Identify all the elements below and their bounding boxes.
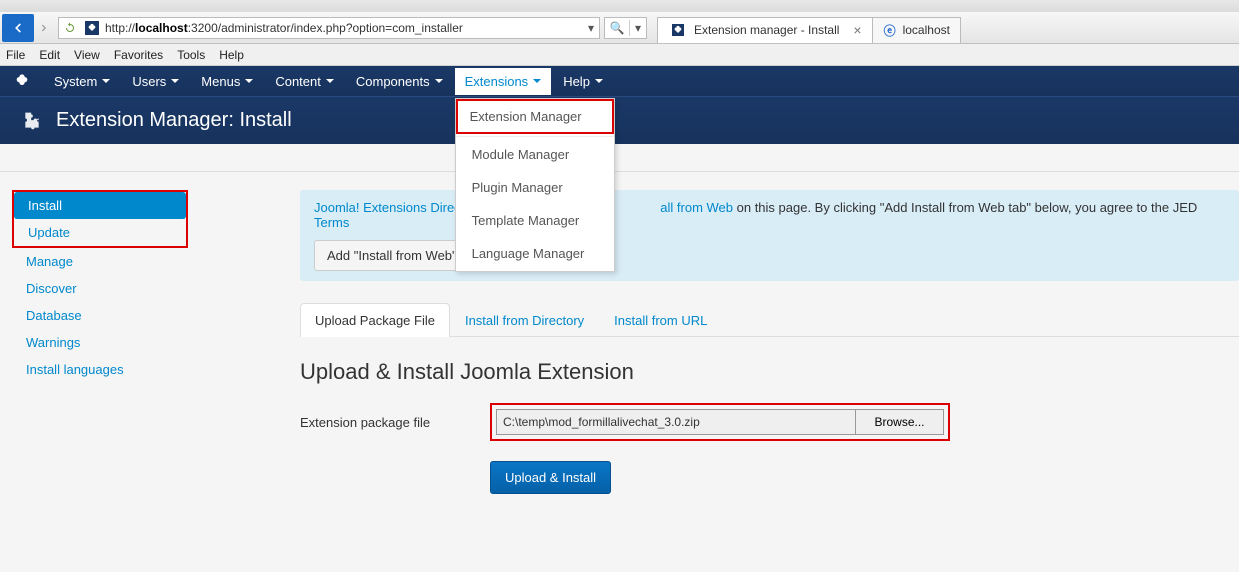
browser-nav-bar: http://localhost:3200/administrator/inde… bbox=[0, 12, 1239, 44]
menu-favorites[interactable]: Favorites bbox=[114, 48, 163, 62]
extension-file-input[interactable] bbox=[496, 409, 856, 435]
tab-install-url[interactable]: Install from URL bbox=[599, 303, 722, 337]
nav-extensions[interactable]: Extensions bbox=[455, 68, 552, 95]
puzzle-icon bbox=[20, 109, 44, 133]
browser-tab-1[interactable]: Extension manager - Install × bbox=[657, 17, 873, 43]
extension-file-label: Extension package file bbox=[300, 415, 450, 430]
tab-label: localhost bbox=[903, 23, 950, 37]
info-link-terms[interactable]: Terms bbox=[314, 215, 349, 230]
browser-menubar: File Edit View Favorites Tools Help bbox=[0, 44, 1239, 66]
tab-upload-package[interactable]: Upload Package File bbox=[300, 303, 450, 337]
sidebar-item-manage[interactable]: Manage bbox=[12, 248, 278, 275]
upload-install-button[interactable]: Upload & Install bbox=[490, 461, 611, 494]
refresh-button[interactable] bbox=[59, 17, 81, 39]
nav-components[interactable]: Components bbox=[346, 68, 453, 95]
info-text: on this page. By clicking "Add Install f… bbox=[733, 200, 1197, 215]
search-dropdown[interactable]: ▾ bbox=[630, 21, 646, 35]
sidebar-item-database[interactable]: Database bbox=[12, 302, 278, 329]
sidebar-item-discover[interactable]: Discover bbox=[12, 275, 278, 302]
nav-content[interactable]: Content bbox=[265, 68, 344, 95]
menu-file[interactable]: File bbox=[6, 48, 25, 62]
sidebar-item-warnings[interactable]: Warnings bbox=[12, 329, 278, 356]
tab-label: Extension manager - Install bbox=[694, 23, 839, 37]
sidebar: Install Update Manage Discover Database … bbox=[0, 172, 290, 512]
menu-tools[interactable]: Tools bbox=[177, 48, 205, 62]
dropdown-module-manager[interactable]: Module Manager bbox=[458, 139, 612, 170]
dropdown-template-manager[interactable]: Template Manager bbox=[458, 205, 612, 236]
browser-tab-2[interactable]: ⓔ localhost bbox=[872, 17, 961, 43]
extensions-dropdown: Extension Manager Module Manager Plugin … bbox=[455, 98, 615, 272]
close-tab-icon[interactable]: × bbox=[853, 22, 861, 38]
joomla-top-nav: System Users Menus Content Components Ex… bbox=[0, 66, 1239, 96]
sidebar-item-install-languages[interactable]: Install languages bbox=[12, 356, 278, 383]
file-input-group: Browse... bbox=[490, 403, 950, 441]
tab-install-directory[interactable]: Install from Directory bbox=[450, 303, 599, 337]
section-heading: Upload & Install Joomla Extension bbox=[300, 359, 1239, 385]
search-icon: 🔍 bbox=[605, 21, 629, 35]
menu-view[interactable]: View bbox=[74, 48, 100, 62]
info-box: Joomla! Extensions Directory (all from W… bbox=[300, 190, 1239, 281]
url-bar[interactable]: http://localhost:3200/administrator/inde… bbox=[103, 21, 583, 35]
url-dropdown[interactable]: ▾ bbox=[583, 21, 599, 35]
dropdown-extension-manager[interactable]: Extension Manager bbox=[456, 99, 614, 134]
joomla-logo-icon[interactable] bbox=[12, 71, 32, 91]
nav-help[interactable]: Help bbox=[553, 68, 613, 95]
ie-icon: ⓔ bbox=[883, 23, 897, 37]
menu-edit[interactable]: Edit bbox=[39, 48, 60, 62]
dropdown-language-manager[interactable]: Language Manager bbox=[458, 238, 612, 269]
install-tabs: Upload Package File Install from Directo… bbox=[300, 303, 1239, 337]
nav-system[interactable]: System bbox=[44, 68, 120, 95]
browse-button[interactable]: Browse... bbox=[856, 409, 944, 435]
info-link-web[interactable]: all from Web bbox=[660, 200, 733, 215]
nav-menus[interactable]: Menus bbox=[191, 68, 263, 95]
nav-users[interactable]: Users bbox=[122, 68, 189, 95]
menu-help[interactable]: Help bbox=[219, 48, 244, 62]
back-button[interactable] bbox=[2, 14, 34, 42]
joomla-favicon bbox=[672, 24, 684, 36]
sidebar-item-install[interactable]: Install bbox=[14, 192, 186, 219]
page-title: Extension Manager: Install bbox=[56, 109, 292, 132]
forward-button[interactable] bbox=[34, 14, 54, 42]
sidebar-item-update[interactable]: Update bbox=[14, 219, 186, 246]
dropdown-plugin-manager[interactable]: Plugin Manager bbox=[458, 172, 612, 203]
page-header: Extension Manager: Install bbox=[0, 96, 1239, 144]
joomla-favicon bbox=[85, 21, 99, 35]
browser-search[interactable]: 🔍 ▾ bbox=[604, 17, 647, 39]
